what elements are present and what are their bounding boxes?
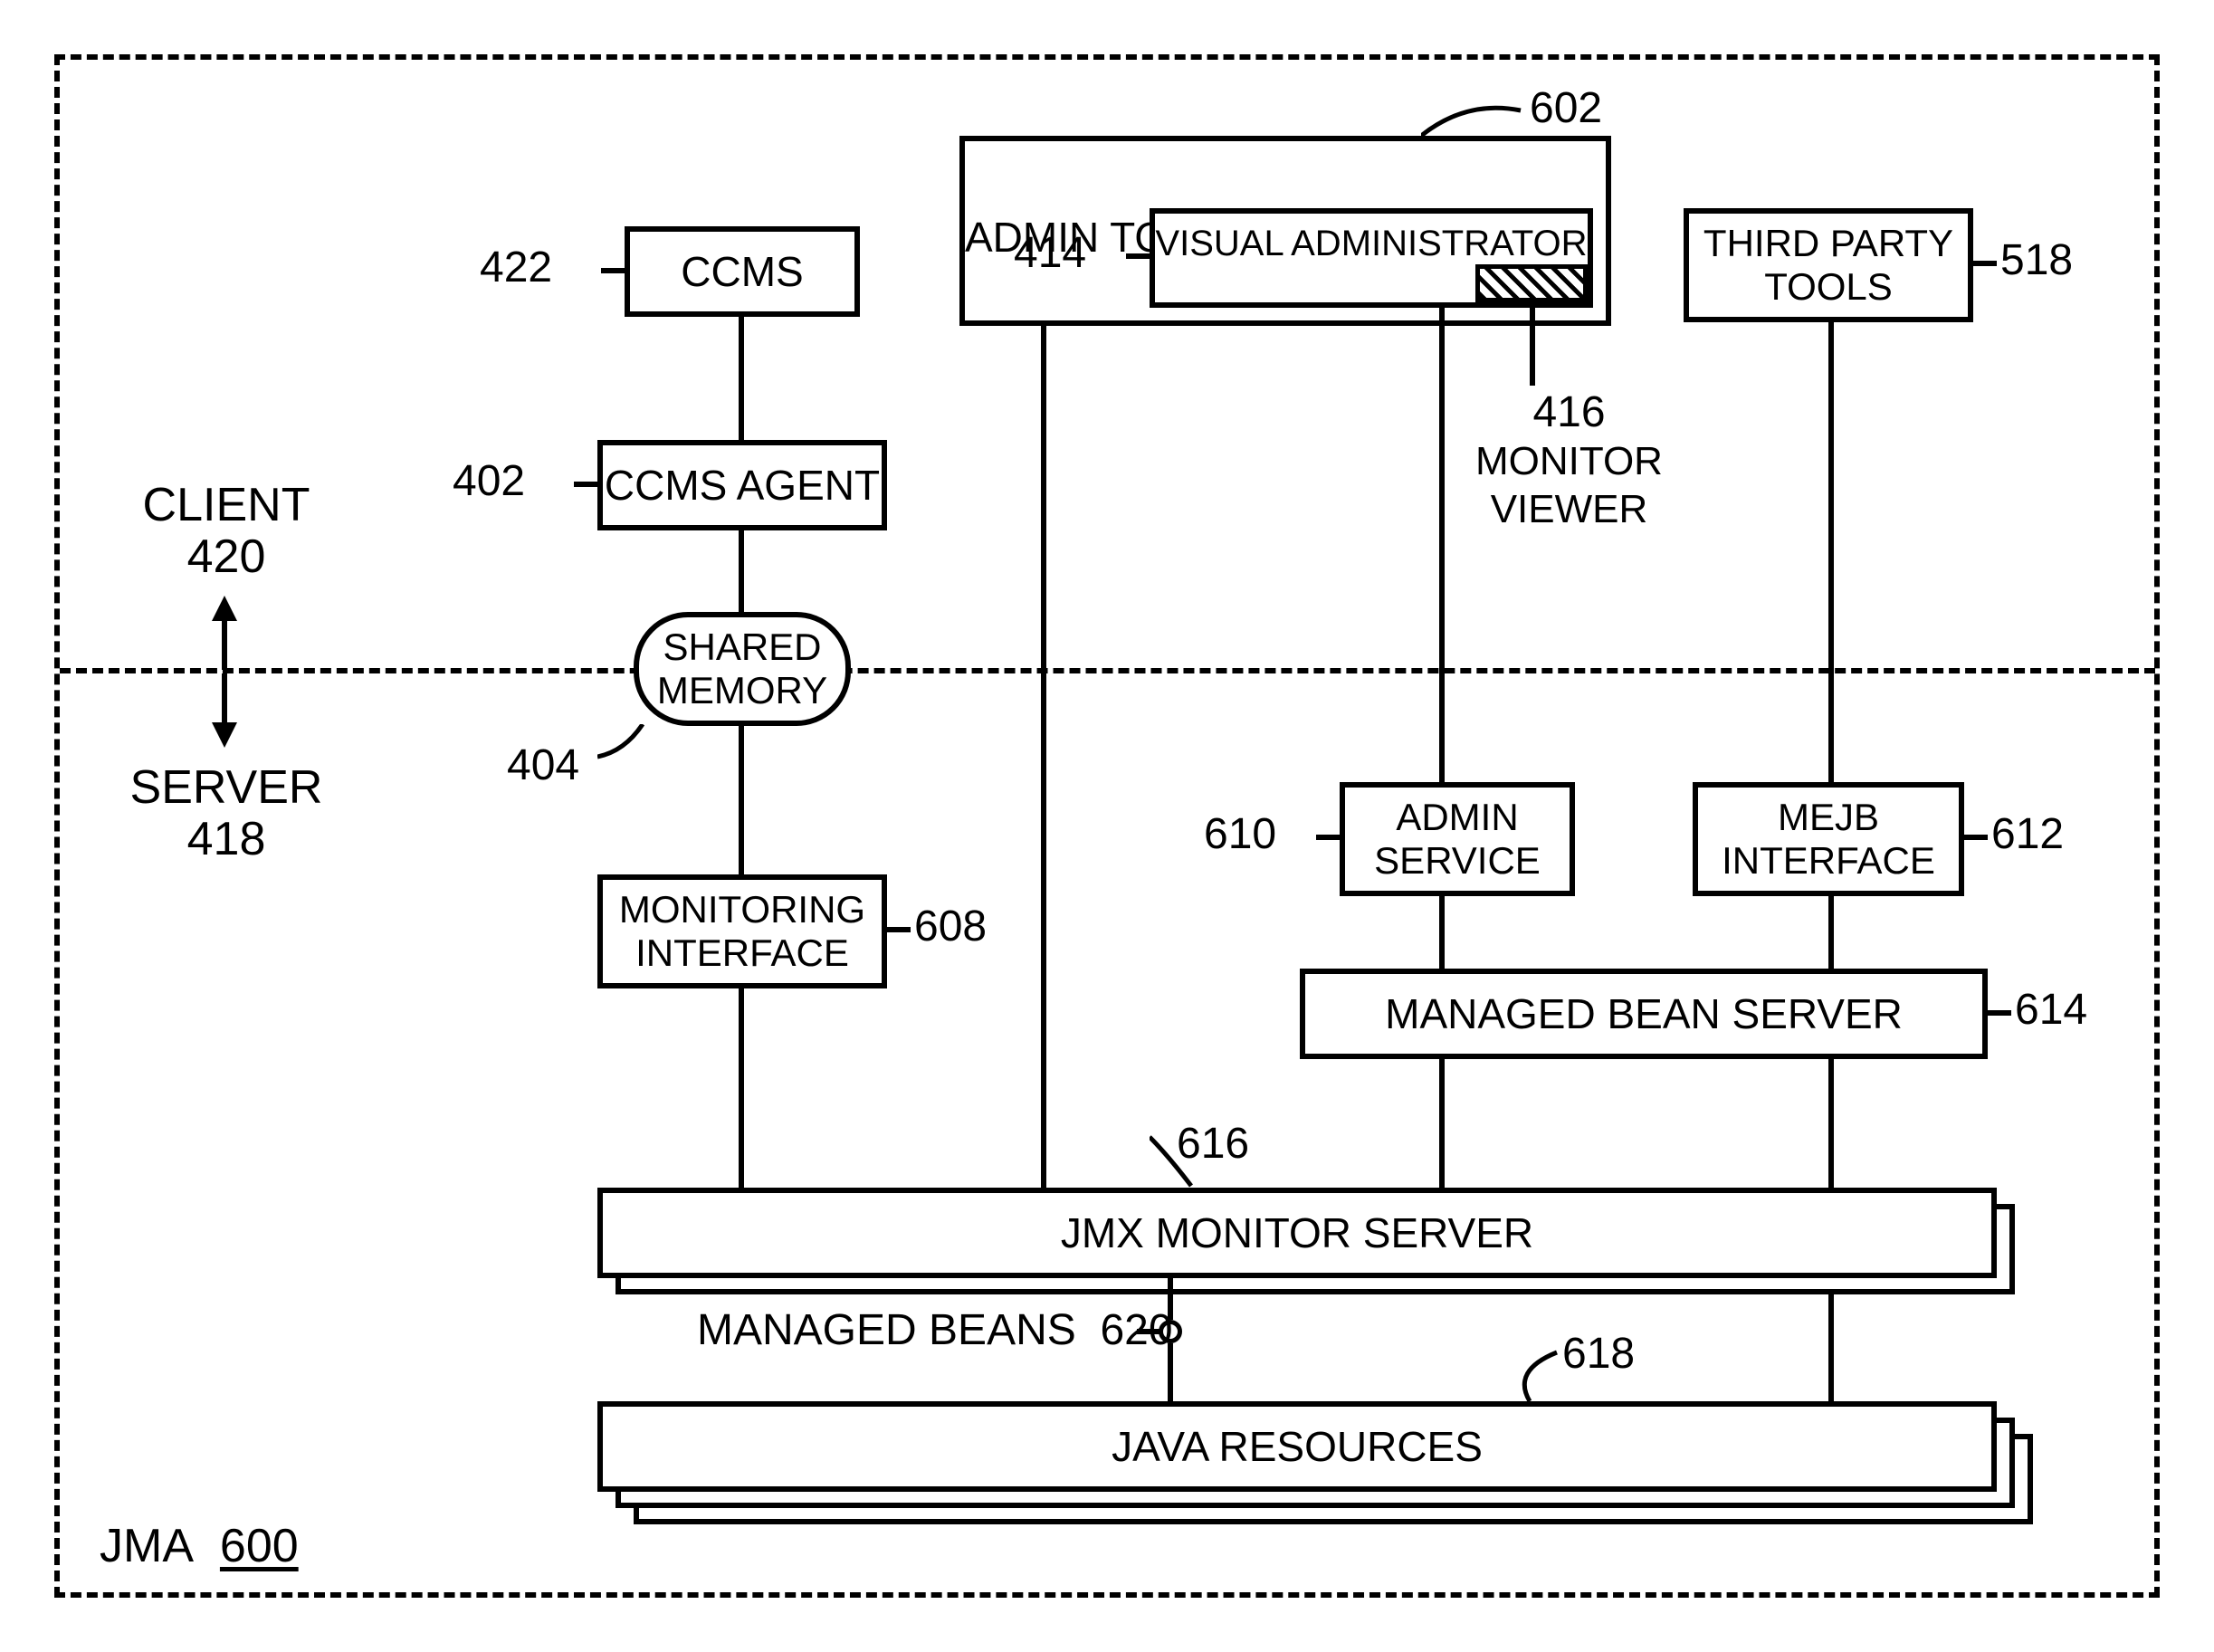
shared-memory-label: SHARED MEMORY <box>657 625 827 713</box>
admin-tools-leader <box>1421 91 1530 141</box>
mejb-tick <box>1964 835 1988 840</box>
java-resources-box: JAVA RESOURCES <box>597 1401 1997 1492</box>
monitoring-interface-ref: 608 <box>914 903 987 951</box>
jmx-ref: 616 <box>1177 1121 1249 1169</box>
mbs-tick <box>1988 1010 2011 1016</box>
admin-service-to-mbs-line <box>1439 896 1445 969</box>
admin-service-ref: 610 <box>1204 811 1276 859</box>
server-ref: 418 <box>187 813 266 865</box>
agent-to-shared-line <box>739 530 744 612</box>
ccms-tick <box>601 268 625 273</box>
admin-service-box: ADMIN SERVICE <box>1340 782 1575 896</box>
arrow-up-icon <box>212 596 237 621</box>
jma-text: JMA <box>100 1520 194 1572</box>
server-text: SERVER <box>130 761 323 814</box>
ccms-box: CCMS <box>625 226 860 317</box>
monitor-viewer-hatched <box>1475 264 1588 302</box>
client-arrow-stem <box>222 619 227 670</box>
visual-admin-ref: 414 <box>1014 230 1086 278</box>
monitor-viewer-leader-line <box>1530 308 1535 386</box>
monitor-to-jmx-line <box>739 988 744 1188</box>
visual-admin-to-admin-service-line <box>1439 308 1445 782</box>
ccms-agent-tick <box>574 482 597 487</box>
visual-admin-label: VISUAL ADMINISTRATOR <box>1155 223 1587 264</box>
server-arrow-stem <box>222 673 227 724</box>
arrow-down-icon <box>212 722 237 748</box>
jmx-monitor-server-box: JMX MONITOR SERVER <box>597 1188 1997 1278</box>
shared-memory-leader <box>597 724 652 778</box>
managed-bean-server-box: MANAGED BEAN SERVER <box>1300 969 1988 1059</box>
admin-tools-left-line <box>1041 326 1046 1188</box>
third-party-box: THIRD PARTY TOOLS <box>1684 208 1973 322</box>
client-label: CLIENT 420 <box>109 480 344 583</box>
managed-beans-label: MANAGED BEANS <box>697 1306 1076 1354</box>
third-party-ref: 518 <box>2000 237 2073 285</box>
monitoring-interface-label: MONITORING INTERFACE <box>619 888 865 976</box>
managed-beans-label-group: MANAGED BEANS 620 <box>697 1307 1173 1355</box>
shared-memory-box: SHARED MEMORY <box>634 612 851 726</box>
diagram-canvas: CLIENT 420 SERVER 418 JMA 600 CCMS 422 C… <box>0 0 2214 1652</box>
managed-beans-tick <box>1137 1329 1160 1334</box>
java-resources-ref: 618 <box>1562 1331 1635 1379</box>
shared-memory-ref: 404 <box>507 742 579 790</box>
third-party-label: THIRD PARTY TOOLS <box>1703 222 1953 310</box>
server-label: SERVER 418 <box>109 762 344 865</box>
third-party-tick <box>1973 261 1997 266</box>
jmx-monitor-server-label: JMX MONITOR SERVER <box>1061 1209 1533 1257</box>
mejb-to-mbs-line <box>1828 896 1834 969</box>
ccms-to-agent-line <box>739 317 744 440</box>
mbs-ref: 614 <box>2015 987 2087 1035</box>
monitor-viewer-label-group: 416 MONITOR VIEWER <box>1475 389 1663 532</box>
third-party-to-mejb-line <box>1828 322 1834 782</box>
ccms-agent-label: CCMS AGENT <box>605 462 880 510</box>
monitor-viewer-label: MONITOR VIEWER <box>1475 439 1663 531</box>
admin-tools-ref: 602 <box>1530 85 1602 133</box>
shared-to-monitor-line <box>739 726 744 874</box>
mejb-ref: 612 <box>1991 811 2064 859</box>
admin-service-tick <box>1316 835 1340 840</box>
monitoring-interface-tick <box>887 927 911 932</box>
managed-bean-server-label: MANAGED BEAN SERVER <box>1385 990 1903 1038</box>
ccms-agent-ref: 402 <box>453 458 525 506</box>
jma-ref: 600 <box>220 1520 299 1572</box>
mejb-interface-label: MEJB INTERFACE <box>1722 796 1935 883</box>
client-server-divider <box>60 668 2155 673</box>
visual-admin-tick <box>1126 253 1150 259</box>
mejb-interface-box: MEJB INTERFACE <box>1693 782 1964 896</box>
monitoring-interface-box: MONITORING INTERFACE <box>597 874 887 988</box>
client-ref: 420 <box>187 530 266 583</box>
jma-label-group: JMA 600 <box>100 1521 299 1572</box>
ccms-ref: 422 <box>480 244 552 292</box>
ccms-agent-box: CCMS AGENT <box>597 440 887 530</box>
monitor-viewer-ref: 416 <box>1532 388 1605 436</box>
ccms-label: CCMS <box>681 248 803 296</box>
client-text: CLIENT <box>143 479 310 531</box>
mbs-to-jmx-line-1 <box>1439 1059 1445 1188</box>
admin-service-label: ADMIN SERVICE <box>1374 796 1541 883</box>
java-resources-label: JAVA RESOURCES <box>1112 1423 1483 1471</box>
